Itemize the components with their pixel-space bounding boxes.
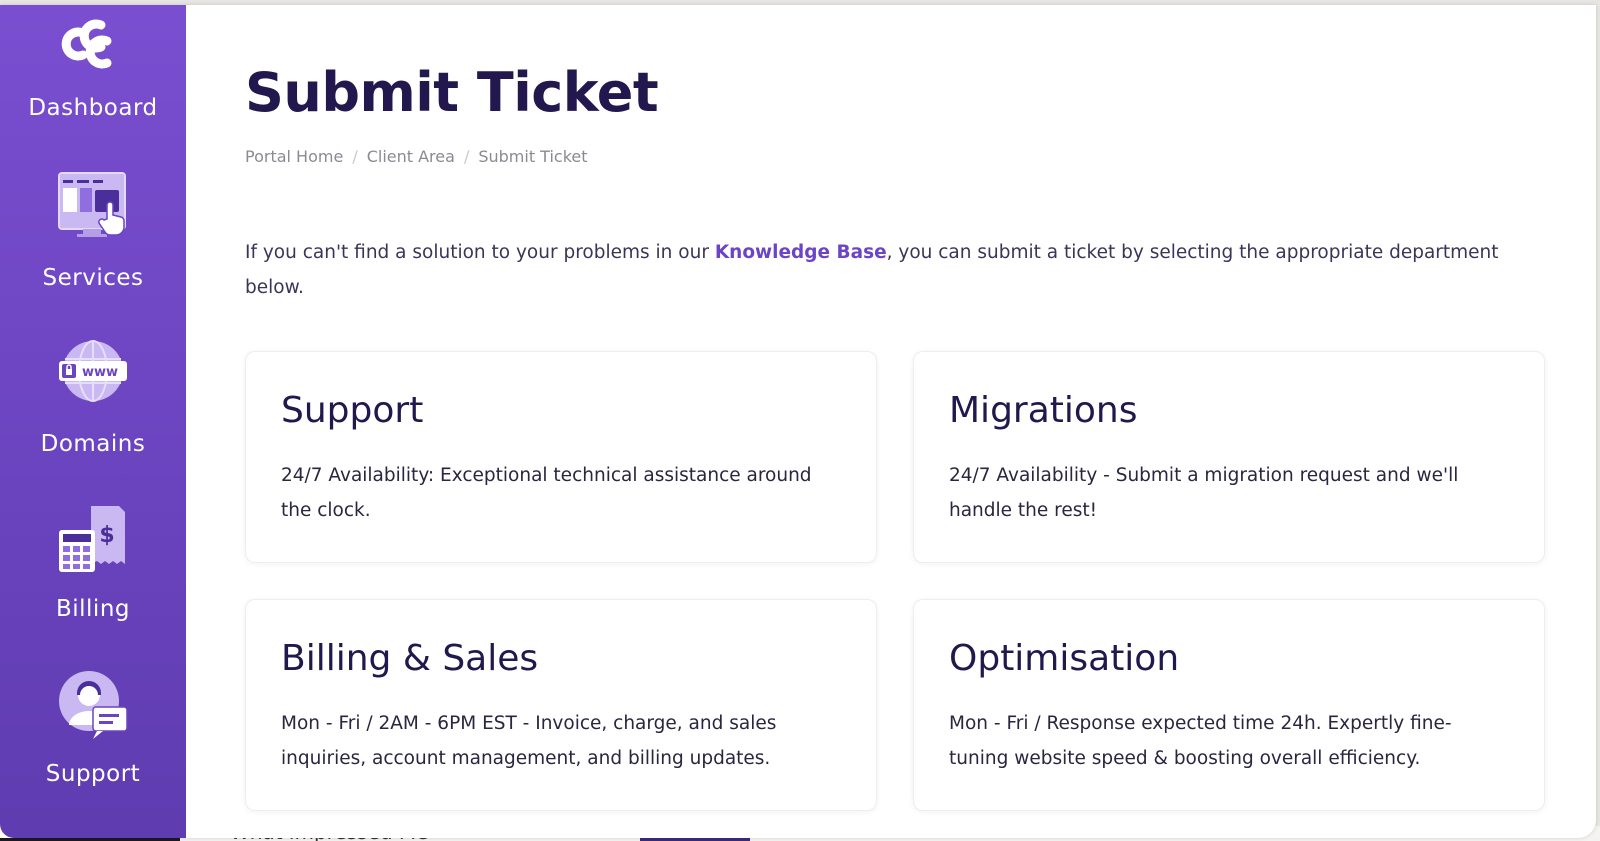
department-description: Mon - Fri / Response expected time 24h. …	[949, 713, 1452, 769]
department-card-billing-sales[interactable]: Billing & Sales Mon - Fri / 2AM - 6PM ES…	[245, 599, 877, 811]
sidebar-item-label: Dashboard	[28, 95, 158, 121]
portal-window: Dashboard Services www Domains $ Billing…	[0, 5, 1596, 838]
department-title: Billing & Sales	[281, 638, 539, 679]
department-title: Migrations	[949, 390, 1138, 431]
department-title: Support	[281, 390, 424, 431]
sidebar-item-label: Domains	[40, 431, 146, 457]
department-title: Optimisation	[949, 638, 1180, 679]
sidebar-item-label: Services	[42, 265, 144, 291]
department-card-optimisation[interactable]: Optimisation Mon - Fri / Response expect…	[913, 599, 1545, 811]
intro-text-before: If you can't find a solution to your pro…	[245, 242, 715, 263]
sidebar-item-domains[interactable]: www Domains	[0, 337, 186, 457]
department-card-support[interactable]: Support 24/7 Availability: Exceptional t…	[245, 351, 877, 563]
department-description: Mon - Fri / 2AM - 6PM EST - Invoice, cha…	[281, 713, 777, 769]
breadcrumb-separator: /	[463, 147, 470, 166]
breadcrumb-client-area[interactable]: Client Area	[367, 147, 455, 166]
services-icon	[58, 172, 126, 237]
sidebar-item-label: Billing	[55, 596, 131, 622]
breadcrumb-current: Submit Ticket	[478, 147, 588, 166]
department-card-migrations[interactable]: Migrations 24/7 Availability - Submit a …	[913, 351, 1545, 563]
billing-calculator-icon: $	[59, 506, 125, 572]
breadcrumb-portal-home[interactable]: Portal Home	[245, 147, 343, 166]
knowledge-base-link[interactable]: Knowledge Base	[715, 242, 887, 263]
breadcrumb-separator: /	[352, 147, 358, 166]
domain-globe-icon: www	[59, 340, 127, 402]
sidebar-item-services[interactable]: Services	[0, 171, 186, 291]
department-description: 24/7 Availability: Exceptional technical…	[281, 465, 812, 521]
sidebar-item-label: Support	[45, 761, 141, 787]
main-content: Submit Ticket Portal Home / Client Area …	[186, 5, 1596, 838]
page-title: Submit Ticket	[245, 61, 659, 124]
sidebar-item-billing[interactable]: $ Billing	[0, 502, 186, 622]
support-agent-icon	[59, 671, 128, 739]
department-description: 24/7 Availability - Submit a migration r…	[949, 465, 1459, 521]
sidebar: Dashboard Services www Domains $ Billing…	[0, 5, 186, 838]
intro-text: If you can't find a solution to your pro…	[245, 235, 1515, 305]
sidebar-item-dashboard[interactable]: Dashboard	[0, 5, 186, 121]
sidebar-item-support[interactable]: Support	[0, 669, 186, 787]
svg-text:www: www	[82, 365, 118, 380]
ccc-logo-icon	[61, 19, 112, 69]
breadcrumb: Portal Home / Client Area / Submit Ticke…	[245, 147, 588, 166]
svg-text:$: $	[99, 523, 114, 548]
